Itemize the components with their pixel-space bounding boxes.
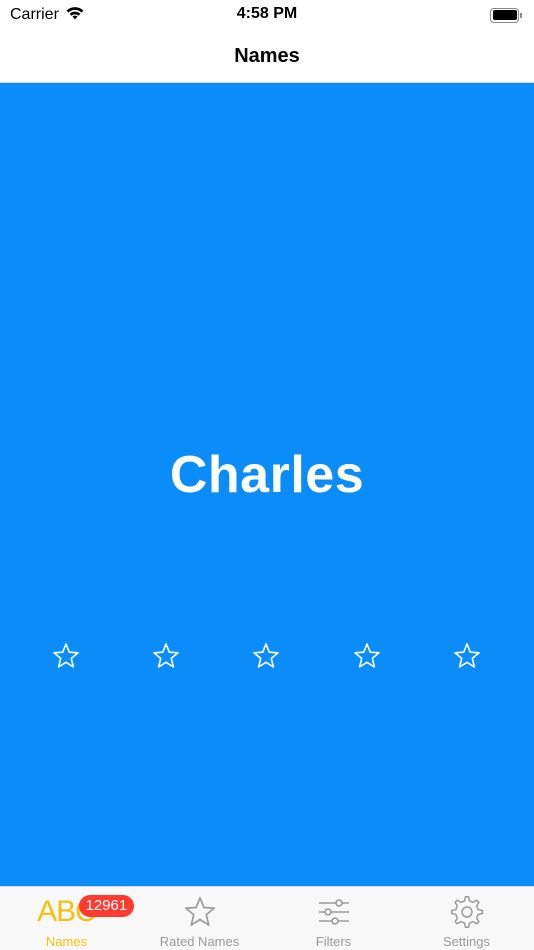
star-3-button[interactable] xyxy=(251,641,281,671)
tab-rated-names[interactable]: Rated Names xyxy=(133,887,266,950)
tab-names[interactable]: ABC 12961 Names xyxy=(0,887,135,950)
tab-settings[interactable]: Settings xyxy=(400,887,533,950)
status-bar: Carrier 4:58 PM xyxy=(0,0,534,30)
tab-label-filters: Filters xyxy=(315,934,352,949)
tab-label-names: Names xyxy=(45,934,88,949)
gear-icon xyxy=(437,892,497,932)
names-count-badge: 12961 xyxy=(78,895,135,917)
tab-bar: ABC 12961 Names Rated Names Filters Sett… xyxy=(0,886,534,950)
app-screen: Carrier 4:58 PM Names Charles ABC 12961 … xyxy=(0,0,534,950)
star-1-button[interactable] xyxy=(51,641,81,671)
name-label: Charles xyxy=(169,446,365,504)
name-card[interactable]: Charles xyxy=(0,83,534,886)
clock: 4:58 PM xyxy=(236,5,298,22)
star-icon xyxy=(170,892,230,932)
page-title: Names xyxy=(234,44,300,67)
tab-filters[interactable]: Filters xyxy=(267,887,400,950)
star-4-button[interactable] xyxy=(352,641,382,671)
navigation-bar: Names xyxy=(0,30,534,83)
star-2-button[interactable] xyxy=(151,641,181,671)
star-rating xyxy=(0,641,534,673)
sliders-icon xyxy=(304,892,364,932)
tab-label-settings: Settings xyxy=(443,934,490,949)
star-5-button[interactable] xyxy=(452,641,482,671)
abc-icon: ABC 12961 xyxy=(37,892,135,932)
tab-label-rated-names: Rated Names xyxy=(159,934,240,949)
